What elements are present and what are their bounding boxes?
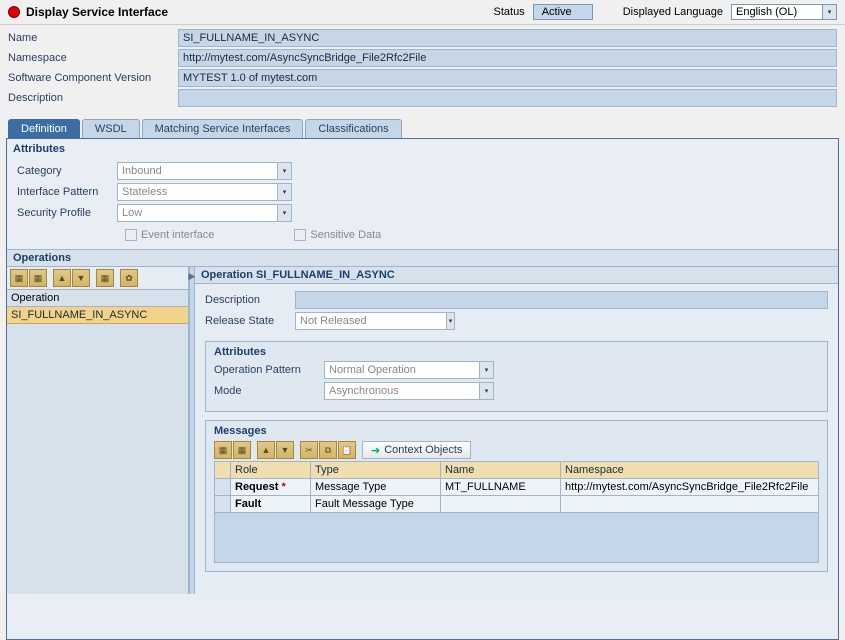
op-attributes-title: Attributes [214, 346, 819, 358]
pattern-value[interactable] [118, 184, 277, 200]
table-empty-area [214, 513, 819, 563]
cell-role: Request * [231, 479, 311, 495]
description-label: Description [8, 92, 178, 104]
op-description-label: Description [205, 294, 295, 306]
cell-namespace[interactable] [561, 496, 818, 512]
pattern-label: Interface Pattern [17, 186, 117, 198]
language-value[interactable]: English (OL) [732, 5, 822, 19]
event-interface-label: Event interface [141, 229, 214, 241]
msg-insert-button[interactable]: ▦ [214, 441, 232, 459]
scv-field[interactable] [178, 69, 837, 87]
category-value[interactable] [118, 163, 277, 179]
operation-detail-title: Operation SI_FULLNAME_IN_ASYNC [195, 267, 838, 284]
sensitive-data-label: Sensitive Data [310, 229, 381, 241]
status-label: Status [494, 6, 525, 18]
cell-name[interactable] [441, 496, 561, 512]
namespace-field[interactable] [178, 49, 837, 67]
category-select[interactable]: ▾ [117, 162, 292, 180]
security-select[interactable]: ▾ [117, 204, 292, 222]
attributes-title: Attributes [7, 139, 838, 157]
op-pattern-select[interactable]: ▾ [324, 361, 494, 379]
dropdown-icon[interactable]: ▾ [277, 205, 291, 221]
messages-table: Role Type Name Namespace Request * Messa… [214, 461, 819, 513]
mode-select[interactable]: ▾ [324, 382, 494, 400]
security-value[interactable] [118, 205, 277, 221]
description-field[interactable] [178, 89, 837, 107]
event-interface-checkbox[interactable]: Event interface [125, 229, 214, 241]
status-value: Active [533, 4, 593, 20]
operation-column-header: Operation [7, 289, 188, 307]
col-role: Role [231, 462, 311, 478]
col-namespace: Namespace [561, 462, 818, 478]
row-handle[interactable] [215, 479, 231, 495]
page-title: Display Service Interface [26, 5, 168, 19]
release-state-select[interactable]: ▾ [295, 312, 455, 330]
messages-title: Messages [214, 425, 819, 437]
context-objects-button[interactable]: ➔ Context Objects [362, 441, 471, 459]
cut-button[interactable]: ✂ [300, 441, 318, 459]
op-pattern-value[interactable] [325, 362, 479, 378]
mode-value[interactable] [325, 383, 479, 399]
dropdown-icon[interactable]: ▾ [446, 313, 454, 329]
tab-definition[interactable]: Definition [8, 119, 80, 138]
append-row-button[interactable]: ▦ [96, 269, 114, 287]
table-row[interactable]: Request * Message Type MT_FULLNAME http:… [215, 479, 818, 496]
arrow-right-icon: ➔ [371, 444, 380, 457]
move-down-button[interactable]: ▼ [72, 269, 90, 287]
language-select[interactable]: English (OL) ▾ [731, 4, 837, 20]
col-name: Name [441, 462, 561, 478]
dropdown-icon[interactable]: ▾ [277, 184, 291, 200]
security-label: Security Profile [17, 207, 117, 219]
scv-label: Software Component Version [8, 72, 178, 84]
sensitive-data-checkbox[interactable]: Sensitive Data [294, 229, 381, 241]
msg-up-button[interactable]: ▲ [257, 441, 275, 459]
name-label: Name [8, 32, 178, 44]
delete-row-button[interactable]: ▦ [29, 269, 47, 287]
details-button[interactable]: ✿ [120, 269, 138, 287]
cell-namespace[interactable]: http://mytest.com/AsyncSyncBridge_File2R… [561, 479, 818, 495]
msg-down-button[interactable]: ▼ [276, 441, 294, 459]
col-type: Type [311, 462, 441, 478]
dropdown-icon[interactable]: ▾ [277, 163, 291, 179]
row-handle[interactable] [215, 496, 231, 512]
checkbox-icon [125, 229, 137, 241]
dropdown-icon[interactable]: ▾ [822, 5, 836, 19]
msg-delete-button[interactable]: ▦ [233, 441, 251, 459]
tab-matching[interactable]: Matching Service Interfaces [142, 119, 304, 138]
cell-role: Fault [231, 496, 311, 512]
dropdown-icon[interactable]: ▾ [479, 362, 493, 378]
cell-type: Message Type [311, 479, 441, 495]
category-label: Category [17, 165, 117, 177]
release-state-value[interactable] [296, 313, 446, 329]
move-up-button[interactable]: ▲ [53, 269, 71, 287]
copy-button[interactable]: ⧉ [319, 441, 337, 459]
paste-button[interactable]: 📋 [338, 441, 356, 459]
language-label: Displayed Language [623, 6, 723, 18]
tab-classifications[interactable]: Classifications [305, 119, 401, 138]
namespace-label: Namespace [8, 52, 178, 64]
op-pattern-label: Operation Pattern [214, 364, 324, 376]
name-field[interactable] [178, 29, 837, 47]
cell-name[interactable]: MT_FULLNAME [441, 479, 561, 495]
operations-title: Operations [7, 249, 838, 267]
pattern-select[interactable]: ▾ [117, 183, 292, 201]
release-state-label: Release State [205, 315, 295, 327]
checkbox-icon [294, 229, 306, 241]
cell-type: Fault Message Type [311, 496, 441, 512]
row-handle-header [215, 462, 231, 478]
app-icon [8, 6, 20, 18]
mode-label: Mode [214, 385, 324, 397]
context-objects-label: Context Objects [384, 444, 462, 456]
tab-wsdl[interactable]: WSDL [82, 119, 140, 138]
operation-row[interactable]: SI_FULLNAME_IN_ASYNC [7, 307, 188, 324]
table-row[interactable]: Fault Fault Message Type [215, 496, 818, 512]
dropdown-icon[interactable]: ▾ [479, 383, 493, 399]
insert-row-button[interactable]: ▦ [10, 269, 28, 287]
op-description-field[interactable] [295, 291, 828, 309]
